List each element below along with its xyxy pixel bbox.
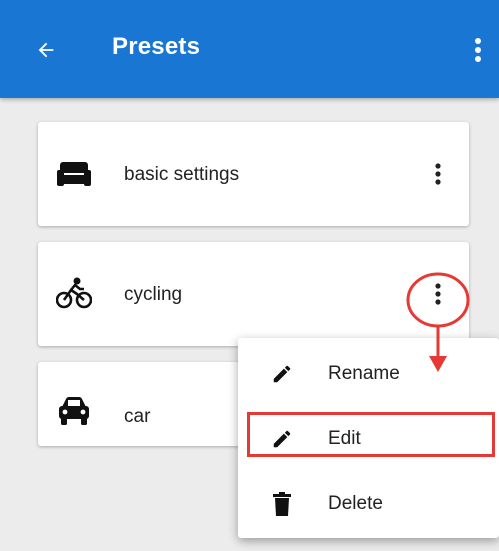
menu-item-label: Edit	[328, 428, 361, 449]
more-vertical-icon	[435, 283, 441, 305]
pencil-icon	[268, 360, 296, 388]
menu-item-rename[interactable]: Rename	[238, 344, 499, 404]
trash-icon	[268, 490, 296, 518]
preset-label: cycling	[124, 284, 183, 305]
menu-item-label: Rename	[328, 363, 400, 384]
back-button[interactable]	[30, 34, 62, 66]
context-menu: Rename Edit Delete	[238, 338, 499, 538]
preset-card-basic-settings[interactable]: basic settings	[38, 122, 469, 226]
preset-label: basic settings	[124, 164, 240, 185]
more-vertical-icon	[475, 38, 481, 62]
preset-card-cycling[interactable]: cycling	[38, 242, 469, 346]
preset-label: car	[124, 406, 151, 427]
menu-item-edit[interactable]: Edit	[238, 409, 499, 469]
preset-more-button[interactable]	[426, 276, 450, 312]
bicycle-icon	[56, 277, 92, 309]
arrow-left-icon	[38, 42, 54, 58]
app-bar: Presets	[0, 0, 499, 98]
car-icon	[56, 396, 92, 426]
page-title: Presets	[112, 33, 201, 60]
more-vertical-icon	[435, 163, 441, 185]
preset-more-button[interactable]	[426, 156, 450, 192]
menu-item-label: Delete	[328, 493, 383, 514]
sofa-icon	[56, 160, 92, 190]
pencil-icon	[268, 425, 296, 453]
app-bar-menu-button[interactable]	[464, 32, 492, 68]
menu-item-delete[interactable]: Delete	[238, 474, 499, 534]
